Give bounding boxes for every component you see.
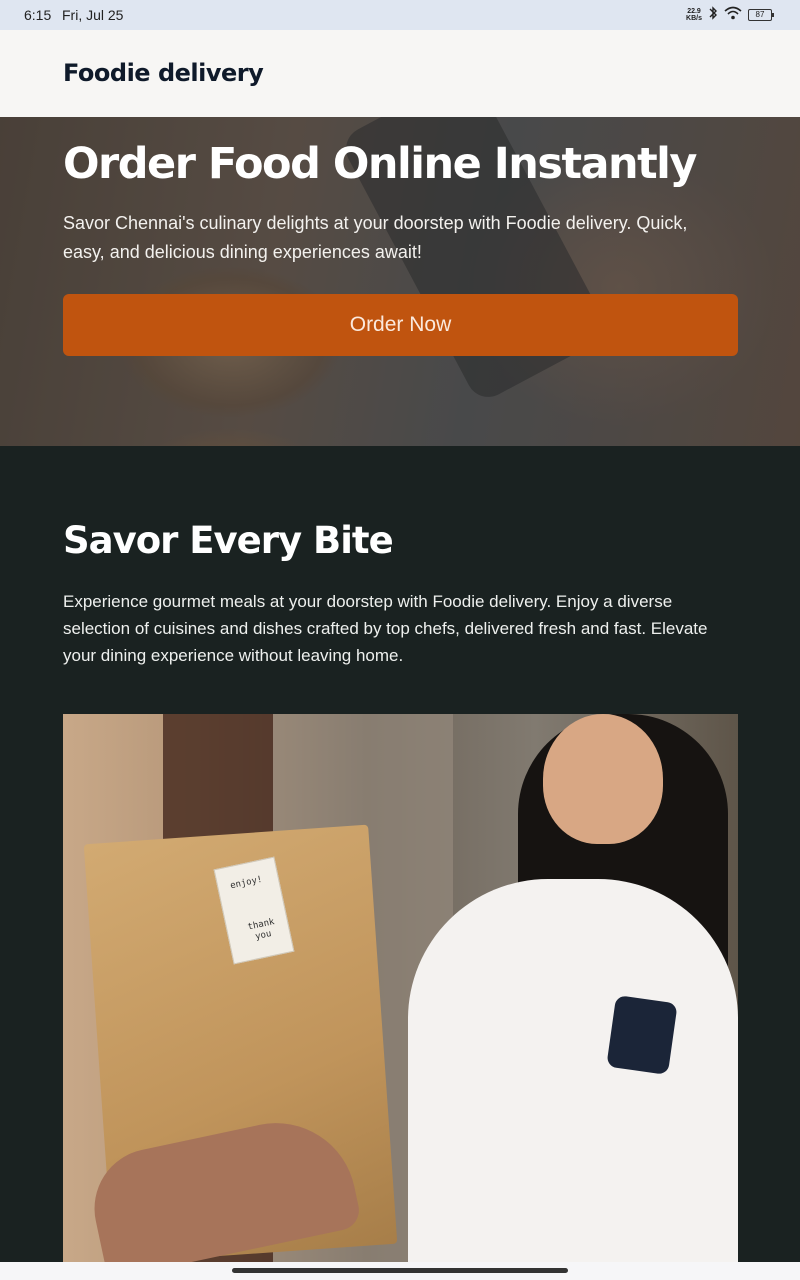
brand-logo[interactable]: Foodie delivery bbox=[63, 59, 264, 87]
section-description: Experience gourmet meals at your doorste… bbox=[63, 592, 708, 665]
photo-person-shirt bbox=[408, 879, 738, 1262]
bag-label-line2: thank you bbox=[246, 917, 276, 943]
hero-description: Savor Chennai's culinary delights at you… bbox=[63, 213, 688, 262]
section-title: Savor Every Bite bbox=[63, 519, 394, 562]
order-now-button[interactable]: Order Now bbox=[63, 294, 738, 356]
photo-person-face bbox=[543, 714, 663, 844]
bag-label-line1: enjoy! bbox=[229, 874, 264, 892]
photo-phone bbox=[606, 995, 678, 1075]
status-time: 6:15 bbox=[24, 7, 52, 23]
hero-section: Order Food Online Instantly Savor Chenna… bbox=[0, 117, 800, 446]
battery-icon: 87 bbox=[748, 8, 774, 21]
status-icons: 22.9 KB/s 87 bbox=[686, 6, 774, 23]
home-gesture-handle[interactable] bbox=[232, 1268, 568, 1273]
navigation-bar bbox=[0, 1262, 800, 1280]
wifi-icon bbox=[724, 6, 742, 23]
hero-title: Order Food Online Instantly bbox=[63, 139, 697, 189]
network-speed: 22.9 KB/s bbox=[686, 8, 702, 22]
network-speed-value: 22.9 bbox=[687, 7, 701, 15]
status-bar: 6:15 Fri, Jul 25 22.9 KB/s 87 bbox=[0, 0, 800, 30]
status-date: Fri, Jul 25 bbox=[62, 7, 124, 23]
delivery-photo: enjoy! thank you bbox=[63, 714, 738, 1262]
bluetooth-icon bbox=[708, 6, 718, 23]
network-speed-unit: KB/s bbox=[686, 14, 702, 22]
app-header: Foodie delivery bbox=[0, 30, 800, 117]
